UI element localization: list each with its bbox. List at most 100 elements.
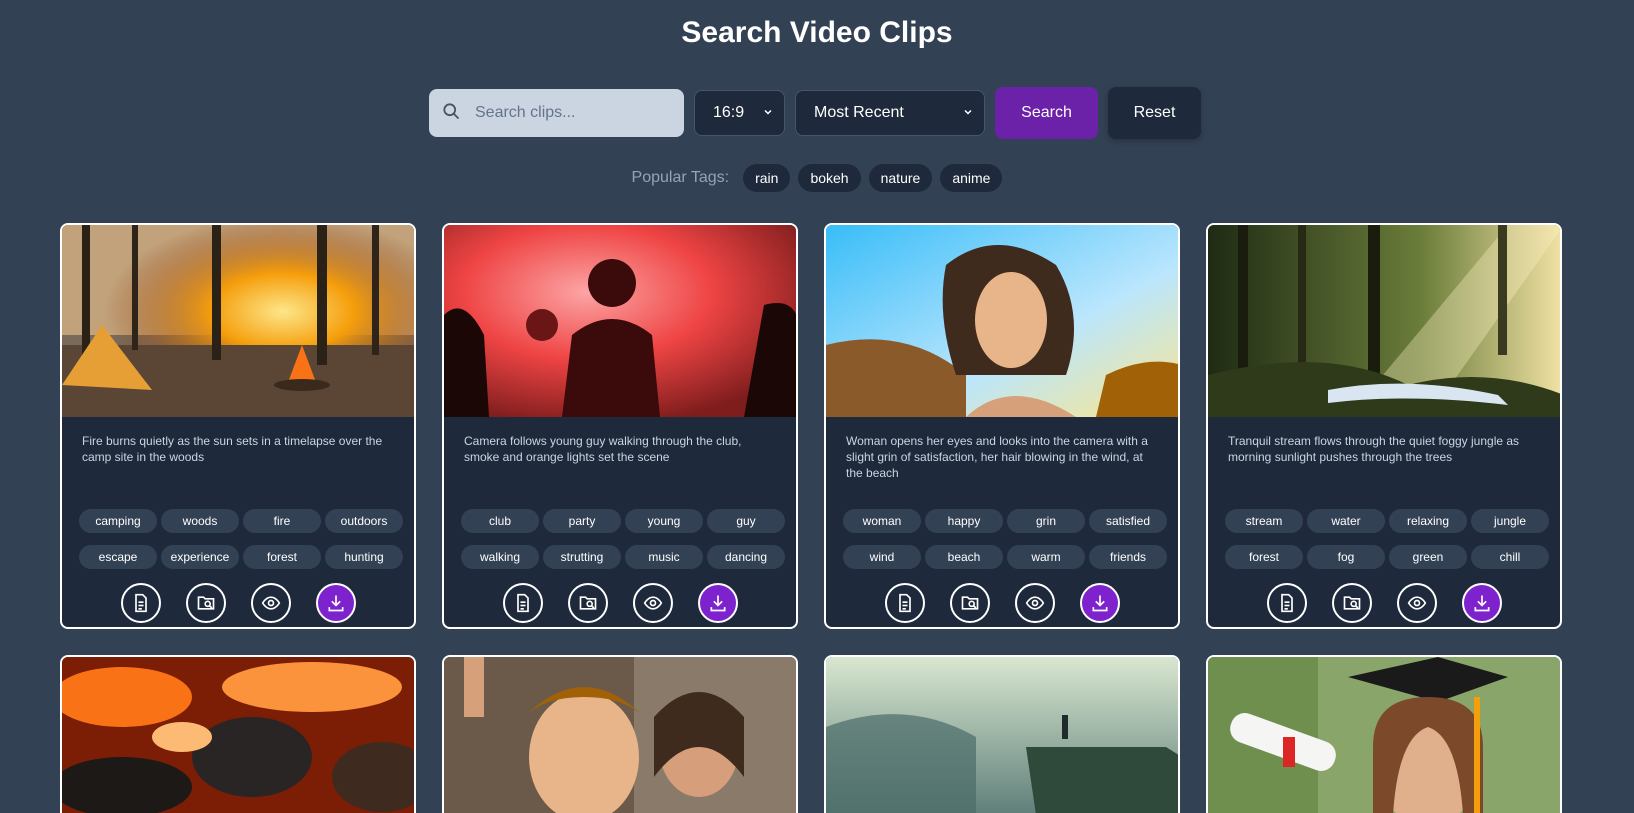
clip-tag[interactable]: walking (461, 545, 539, 569)
clip-description: Tranquil stream flows through the quiet … (1228, 434, 1520, 464)
clip-thumbnail[interactable] (62, 657, 414, 813)
clip-tag[interactable]: music (625, 545, 703, 569)
popular-tag[interactable]: rain (743, 164, 791, 192)
popular-tags: Popular Tags: rain bokeh nature anime (0, 164, 1634, 192)
clip-tag[interactable]: jungle (1471, 509, 1549, 533)
search-input[interactable] (473, 103, 667, 123)
search-button[interactable]: Search (995, 87, 1098, 139)
clip-tag[interactable]: friends (1089, 545, 1167, 569)
clip-card: Tranquil stream flows through the quiet … (1206, 223, 1562, 629)
details-button[interactable] (120, 583, 161, 623)
popular-tag[interactable]: nature (868, 164, 933, 192)
document-icon (134, 593, 147, 613)
popular-tag[interactable]: bokeh (798, 164, 861, 192)
clip-tag[interactable]: happy (925, 509, 1003, 533)
clip-tag[interactable]: camping (79, 509, 157, 533)
sort-select[interactable]: Most Recent (795, 90, 985, 136)
document-icon (898, 593, 911, 613)
clip-thumbnail[interactable] (444, 657, 796, 813)
details-button[interactable] (502, 583, 543, 623)
folder-search-icon (1343, 596, 1360, 610)
clip-tag[interactable]: relaxing (1389, 509, 1467, 533)
folder-search-icon (197, 596, 214, 610)
chevron-down-icon (962, 106, 974, 121)
clip-tags: camping woods fire outdoors escape exper… (62, 499, 414, 569)
folder-search-icon (579, 596, 596, 610)
clip-description: Camera follows young guy walking through… (464, 434, 742, 464)
eye-icon (1025, 596, 1044, 610)
search-icon (441, 101, 461, 126)
download-button[interactable] (315, 583, 356, 623)
popular-tag[interactable]: anime (940, 164, 1003, 192)
clip-tag[interactable]: fog (1307, 545, 1385, 569)
clip-tag[interactable]: water (1307, 509, 1385, 533)
clip-tag[interactable]: forest (243, 545, 321, 569)
preview-button[interactable] (250, 583, 291, 623)
clip-tag[interactable]: warm (1007, 545, 1085, 569)
clip-tag[interactable]: party (543, 509, 621, 533)
details-button[interactable] (1266, 583, 1307, 623)
document-icon (1280, 593, 1293, 613)
clip-thumbnail[interactable] (444, 225, 796, 417)
clip-tag[interactable]: escape (79, 545, 157, 569)
download-icon (1092, 595, 1107, 612)
clip-description: Fire burns quietly as the sun sets in a … (82, 434, 383, 464)
clip-tag[interactable]: hunting (325, 545, 403, 569)
clip-actions (826, 583, 1178, 623)
eye-icon (1407, 596, 1426, 610)
clip-actions (444, 583, 796, 623)
clip-card (442, 655, 798, 813)
clip-actions (62, 583, 414, 623)
clip-tags: woman happy grin satisfied wind beach wa… (826, 499, 1178, 569)
clip-tag[interactable]: guy (707, 509, 785, 533)
preview-button[interactable] (1396, 583, 1437, 623)
find-similar-button[interactable] (567, 583, 608, 623)
popular-tags-label: Popular Tags: (631, 169, 730, 186)
clip-thumbnail[interactable] (1208, 657, 1560, 813)
aspect-ratio-select[interactable]: 16:9 (694, 90, 785, 136)
clip-tag[interactable]: young (625, 509, 703, 533)
folder-search-icon (961, 596, 978, 610)
find-similar-button[interactable] (1331, 583, 1372, 623)
document-icon (516, 593, 529, 613)
download-button[interactable] (1079, 583, 1120, 623)
clip-tag[interactable]: dancing (707, 545, 785, 569)
clip-card (60, 655, 416, 813)
clip-tag[interactable]: club (461, 509, 539, 533)
clip-tag[interactable]: beach (925, 545, 1003, 569)
reset-button[interactable]: Reset (1108, 87, 1201, 139)
clip-tag[interactable]: outdoors (325, 509, 403, 533)
clip-tag[interactable]: woman (843, 509, 921, 533)
clip-thumbnail[interactable] (826, 225, 1178, 417)
page-title: Search Video Clips (681, 16, 953, 49)
clip-tag[interactable]: satisfied (1089, 509, 1167, 533)
clip-thumbnail[interactable] (826, 657, 1178, 813)
find-similar-button[interactable] (185, 583, 226, 623)
download-icon (710, 595, 725, 612)
clip-tags: club party young guy walking strutting m… (444, 499, 796, 569)
clip-tag[interactable]: green (1389, 545, 1467, 569)
clip-tag[interactable]: wind (843, 545, 921, 569)
clip-tag[interactable]: fire (243, 509, 321, 533)
download-button[interactable] (1461, 583, 1502, 623)
clip-card: Woman opens her eyes and looks into the … (824, 223, 1180, 629)
clip-tag[interactable]: woods (161, 509, 239, 533)
clip-thumbnail[interactable] (1208, 225, 1560, 417)
preview-button[interactable] (632, 583, 673, 623)
clip-thumbnail[interactable] (62, 225, 414, 417)
search-field[interactable] (429, 89, 684, 137)
clip-tag[interactable]: forest (1225, 545, 1303, 569)
preview-button[interactable] (1014, 583, 1055, 623)
download-icon (1474, 595, 1489, 612)
sort-value: Most Recent (814, 104, 904, 121)
clip-tag[interactable]: grin (1007, 509, 1085, 533)
aspect-ratio-value: 16:9 (713, 104, 745, 121)
clip-tag[interactable]: stream (1225, 509, 1303, 533)
details-button[interactable] (884, 583, 925, 623)
download-button[interactable] (697, 583, 738, 623)
clip-tag[interactable]: chill (1471, 545, 1549, 569)
clip-tag[interactable]: strutting (543, 545, 621, 569)
find-similar-button[interactable] (949, 583, 990, 623)
chevron-down-icon (762, 106, 774, 121)
clip-tag[interactable]: experience (161, 545, 239, 569)
